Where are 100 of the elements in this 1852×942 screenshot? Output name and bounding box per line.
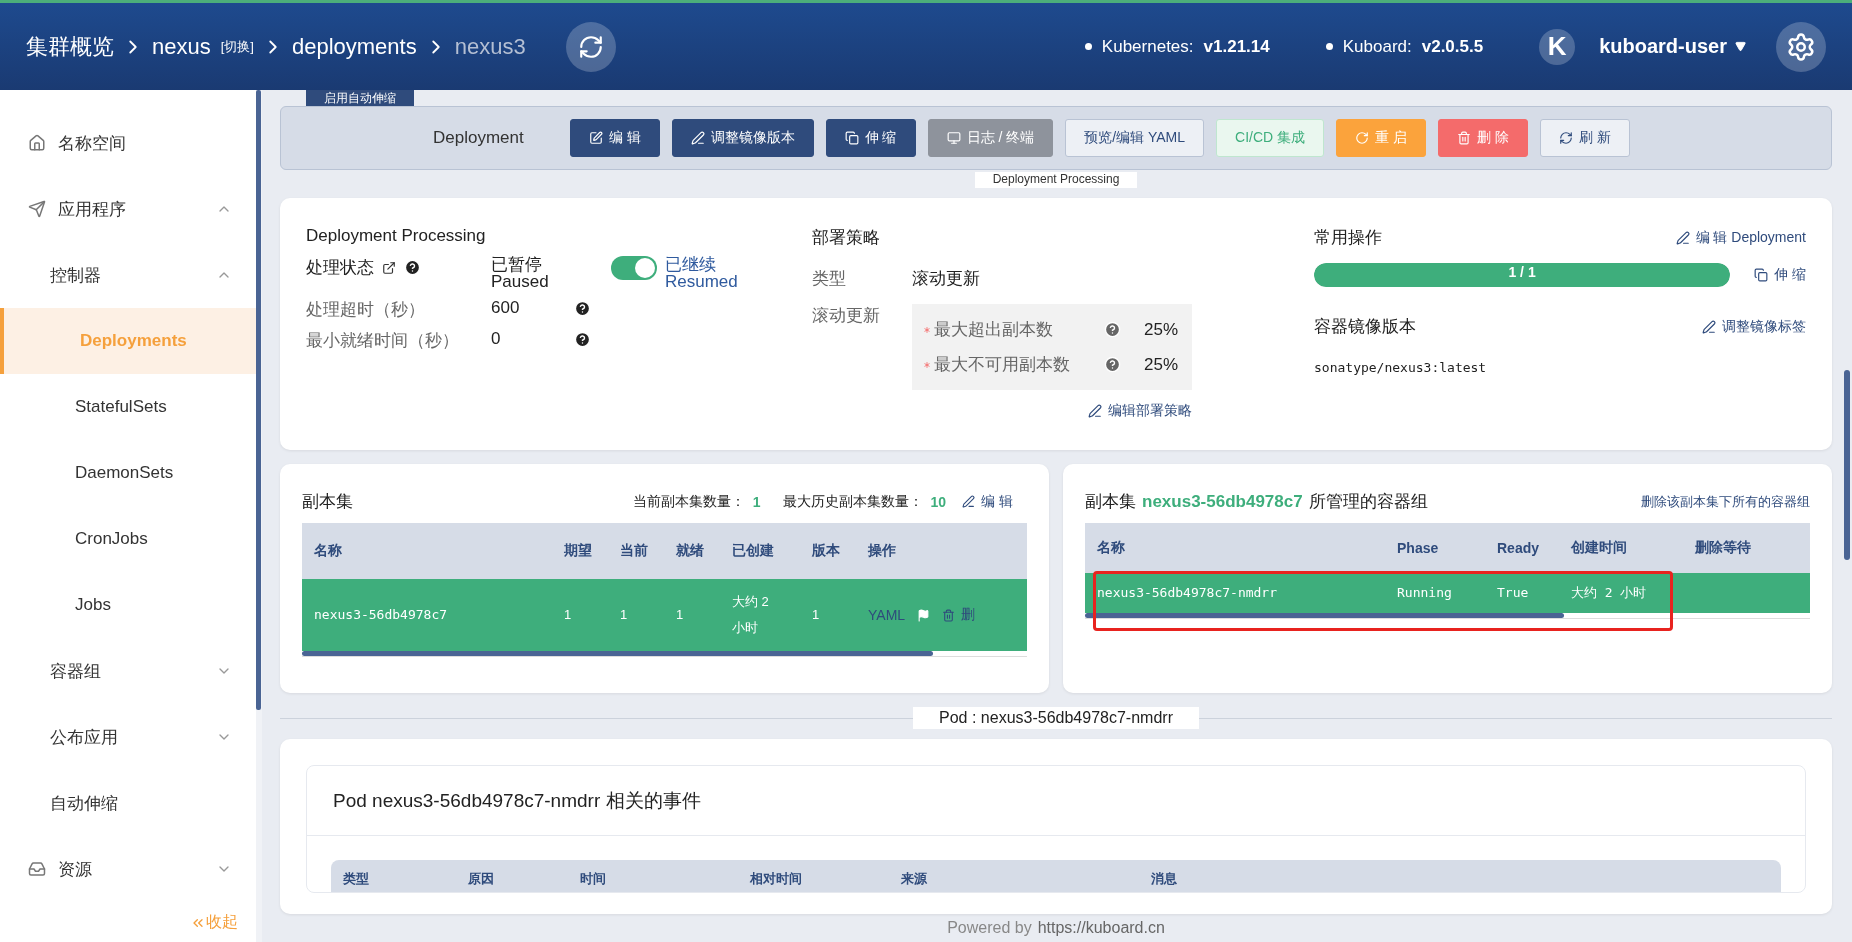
sidebar-item[interactable]: 名称空间	[0, 110, 256, 176]
column-header: 删除等待	[1695, 539, 1752, 557]
adjust-tag-link[interactable]: 调整镜像标签	[1702, 317, 1806, 336]
column-header: 当前	[620, 542, 649, 560]
user-avatar: K	[1539, 28, 1576, 65]
help-icon[interactable]	[404, 259, 421, 276]
resume-toggle[interactable]	[611, 256, 657, 280]
delete-pods-link[interactable]: 删除该副本集下所有的容器组	[1641, 492, 1810, 511]
toolbar-button[interactable]: 伸 缩	[825, 119, 916, 157]
toolbar-button[interactable]: 调整镜像版本	[671, 119, 814, 157]
sidebar-item[interactable]: 资源	[0, 836, 256, 902]
section-title: Deployment Processing	[306, 226, 487, 246]
column-header: 类型	[343, 870, 370, 888]
breadcrumb-link[interactable]: nexus3	[454, 33, 526, 60]
breadcrumb-link[interactable]: 集群概览	[26, 31, 114, 62]
section-title: 部署策略	[812, 227, 881, 249]
scale-link[interactable]: 伸 缩	[1754, 266, 1806, 284]
table-cell-text: nexus3-56db4978c7-nmdrr	[1097, 584, 1278, 602]
status-value: Paused	[491, 273, 550, 290]
refresh-icon	[1355, 131, 1370, 145]
section-tag: Deployment Processing	[974, 172, 1138, 188]
scrollbar[interactable]	[256, 90, 261, 710]
sidebar-item[interactable]: StatefulSets	[0, 374, 256, 440]
sidebar-item[interactable]: CronJobs	[0, 506, 256, 572]
required-icon	[922, 359, 932, 370]
table-cell-text: 1	[620, 606, 629, 624]
column-header: 名称	[1097, 539, 1126, 557]
settings-button[interactable]	[1776, 21, 1826, 72]
column-header: Ready	[1497, 540, 1541, 556]
toolbar-button[interactable]: 编 辑	[569, 119, 660, 157]
table-cell-text: 1	[676, 606, 685, 624]
footer-text: Powered by	[947, 919, 1032, 937]
tab[interactable]: 启用自动伸缩	[306, 90, 414, 106]
sidebar-item[interactable]: 自动伸缩	[0, 770, 256, 836]
external-link-icon[interactable]	[382, 260, 396, 275]
sidebar-item[interactable]: 应用程序	[0, 176, 256, 242]
home-icon	[28, 134, 46, 152]
scrollbar[interactable]	[1085, 613, 1564, 618]
table-cell-text: 大约 2 小时	[1571, 584, 1648, 602]
footer-link[interactable]: https://kuboard.cn	[1037, 919, 1165, 937]
pen-icon	[1088, 404, 1102, 418]
column-header: 版本	[812, 542, 841, 560]
column-header: 相对时间	[750, 870, 803, 888]
send-icon	[28, 200, 46, 218]
field-label: 处理超时（秒）	[306, 299, 426, 321]
trash-icon	[942, 608, 956, 622]
help-icon[interactable]	[574, 330, 591, 348]
edit-strategy-link[interactable]: 编辑部署策略	[1088, 402, 1192, 420]
column-header: 操作	[868, 542, 897, 560]
section-title: 副本集	[1085, 491, 1136, 513]
sidebar-item[interactable]: DaemonSets	[0, 440, 256, 506]
table-cell-text: Running	[1397, 584, 1453, 602]
edit-link[interactable]: 编 辑 Deployment	[1675, 228, 1806, 247]
breadcrumb-link[interactable]: deployments	[291, 33, 417, 60]
bullet-icon	[1084, 43, 1092, 50]
scrollbar[interactable]	[1844, 370, 1850, 560]
count-value: 1	[752, 493, 761, 510]
toggle-label: 已继续	[665, 256, 717, 273]
scrollbar[interactable]	[302, 651, 933, 656]
sidebar-item[interactable]: 容器组	[0, 638, 256, 704]
trash-icon	[1456, 131, 1471, 145]
count-value: 10	[930, 493, 947, 510]
pen-icon	[1702, 319, 1716, 334]
field-label: 最大超出副本数	[934, 319, 1054, 341]
column-header: 消息	[1151, 870, 1178, 888]
edit-link[interactable]: 编 辑	[962, 492, 1013, 511]
tray-icon	[28, 860, 46, 878]
column-header: 时间	[580, 870, 607, 888]
flag-icon[interactable]	[917, 608, 931, 622]
column-header: 已创建	[732, 542, 775, 560]
user-menu[interactable]: kuboard-user	[1593, 34, 1752, 59]
copy-icon	[844, 131, 859, 145]
pod-divider-label: Pod : nexus3-56db4978c7-nmdrr	[913, 707, 1199, 729]
table-cell-text: nexus3-56db4978c7	[314, 606, 449, 624]
field-value: 25%	[1144, 319, 1180, 340]
column-header: 来源	[901, 870, 928, 888]
sidebar-item[interactable]: Jobs	[0, 572, 256, 638]
pen-icon	[962, 495, 976, 508]
version-label: Kuboard:	[1342, 36, 1412, 57]
sidebar-item[interactable]: 控制器	[0, 242, 256, 308]
field-label: 类型	[812, 268, 847, 290]
sidebar-item[interactable]: 公布应用	[0, 704, 256, 770]
column-header: 就绪	[676, 542, 705, 560]
version-value: v2.0.5.5	[1421, 36, 1484, 57]
help-icon[interactable]	[574, 299, 591, 317]
switch-link[interactable]: [切换]	[220, 37, 254, 56]
gear-icon	[1786, 31, 1816, 62]
pen-icon	[690, 131, 705, 145]
refresh-icon	[577, 33, 604, 60]
refresh-icon	[1558, 131, 1573, 145]
column-header: 期望	[564, 542, 593, 560]
edit-icon	[588, 131, 603, 145]
events-title: Pod nexus3-56db4978c7-nmdrr 相关的事件	[307, 766, 1805, 836]
progress-text: 1 / 1	[1507, 264, 1537, 280]
toolbar-button[interactable]: 预览/编辑 YAML	[1065, 119, 1205, 157]
table-cell-text: 1	[564, 606, 573, 624]
breadcrumb-link[interactable]: nexus	[152, 33, 211, 60]
table-cell-text: 大约 2 小时	[732, 593, 770, 637]
field-label: 最大不可用副本数	[934, 354, 1071, 376]
toolbar-button[interactable]: 刷 新	[1539, 119, 1630, 157]
